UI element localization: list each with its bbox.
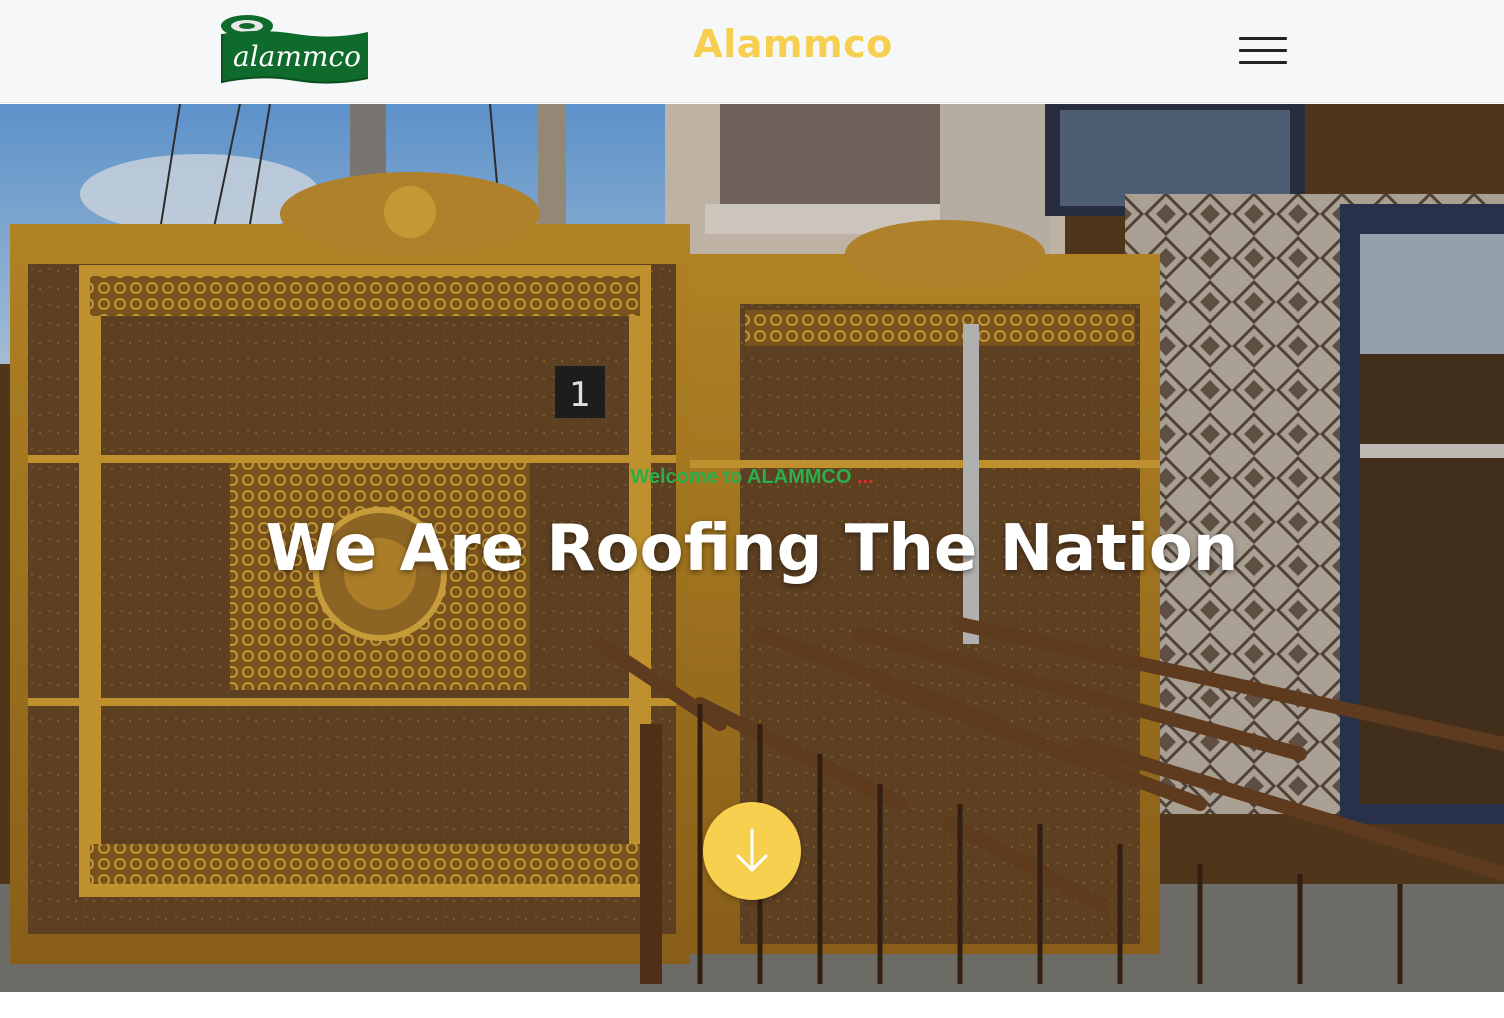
welcome-text: Welcome to ALAMMCO ... [0,466,1504,489]
scroll-down-button[interactable] [703,802,801,900]
welcome-prefix: Welcome to ALAMMCO [630,466,852,488]
alammco-logo[interactable]: alammco [220,12,370,88]
hero-section: 1 Welcome to ALAMMCO ... We Are Roofing … [0,104,1504,992]
logo-text: alammco [233,40,361,73]
menu-button[interactable] [1236,33,1290,69]
hero-title: We Are Roofing The Nation [265,512,1239,586]
site-header: alammco Alammco [0,0,1504,103]
arrow-down-icon [736,828,768,872]
site-title[interactable]: Alammco [640,22,946,72]
welcome-suffix: ... [857,466,874,488]
page-bottom-strip [0,992,1504,1018]
